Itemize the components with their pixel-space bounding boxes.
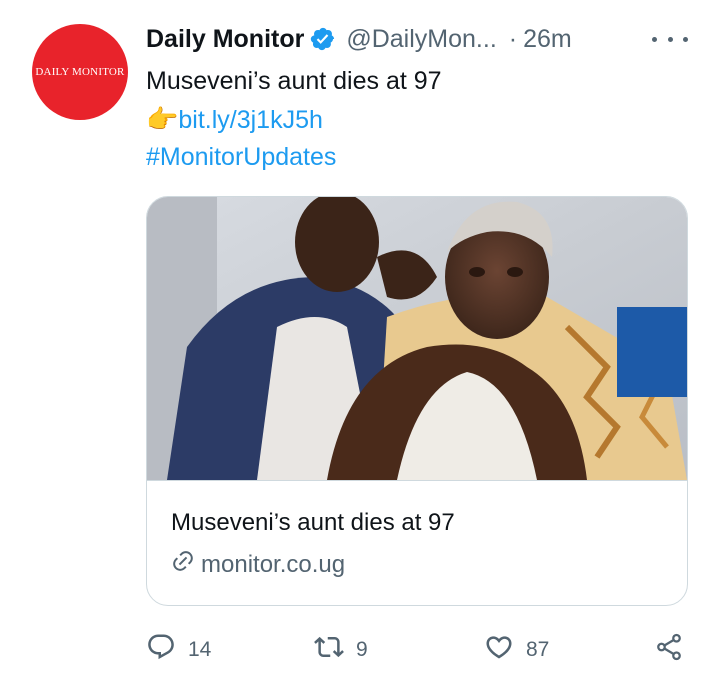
heart-icon (484, 632, 514, 668)
card-photo (147, 197, 687, 480)
pointing-hand-emoji: 👉 (146, 104, 179, 134)
tweet-timestamp[interactable]: 26m (523, 25, 572, 54)
more-dot (683, 36, 688, 42)
reply-icon (146, 632, 176, 668)
like-button[interactable]: 87 (484, 630, 549, 670)
link-icon (171, 549, 195, 580)
share-button[interactable] (654, 630, 684, 670)
card-title: Museveni’s aunt dies at 97 (171, 509, 455, 536)
card-domain-text: monitor.co.ug (201, 550, 346, 578)
tweet-link-line: 👉bit.ly/3j1kJ5h (146, 100, 442, 138)
card-domain: monitor.co.ug (171, 549, 345, 580)
account-avatar[interactable]: DAILY MONITOR (32, 24, 128, 120)
link-preview-card[interactable]: Museveni’s aunt dies at 97 monitor.co.ug (146, 196, 688, 606)
verified-badge-icon (310, 26, 336, 52)
like-count: 87 (526, 638, 550, 661)
tweet-header: Daily Monitor @DailyMon... · 26m (146, 22, 572, 56)
avatar-logo-text: DAILY MONITOR (35, 66, 125, 78)
more-dot (652, 36, 657, 42)
more-dot (667, 36, 673, 42)
more-options-icon[interactable] (652, 28, 688, 50)
retweet-count: 9 (356, 638, 368, 661)
tweet-actions: 14 9 87 (146, 630, 688, 670)
tweet-body: Museveni’s aunt dies at 97 👉bit.ly/3j1kJ… (146, 62, 442, 176)
reply-button[interactable]: 14 (146, 630, 211, 670)
account-name[interactable]: Daily Monitor (146, 25, 304, 54)
retweet-button[interactable]: 9 (314, 630, 368, 670)
separator-dot: · (508, 24, 518, 53)
account-handle[interactable]: @DailyMon... (346, 25, 496, 54)
tweet-hashtag[interactable]: #MonitorUpdates (146, 138, 442, 176)
tweet-text: Museveni’s aunt dies at 97 (146, 67, 442, 95)
tweet-link[interactable]: bit.ly/3j1kJ5h (178, 106, 323, 134)
retweet-icon (314, 632, 344, 668)
share-icon (654, 632, 684, 668)
reply-count: 14 (188, 638, 212, 661)
card-divider (147, 480, 687, 481)
